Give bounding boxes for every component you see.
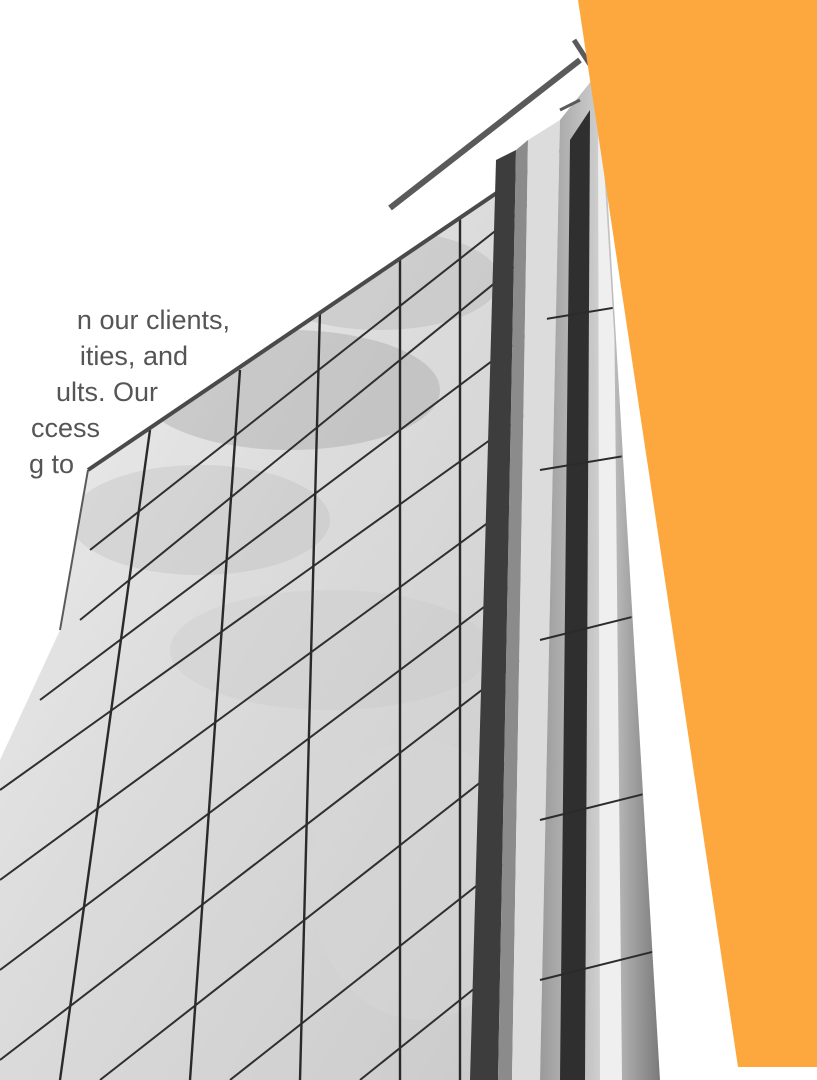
accent-panel xyxy=(578,0,817,1067)
hero-section: n our clients, ities, and ults. Our cces… xyxy=(0,0,817,1080)
